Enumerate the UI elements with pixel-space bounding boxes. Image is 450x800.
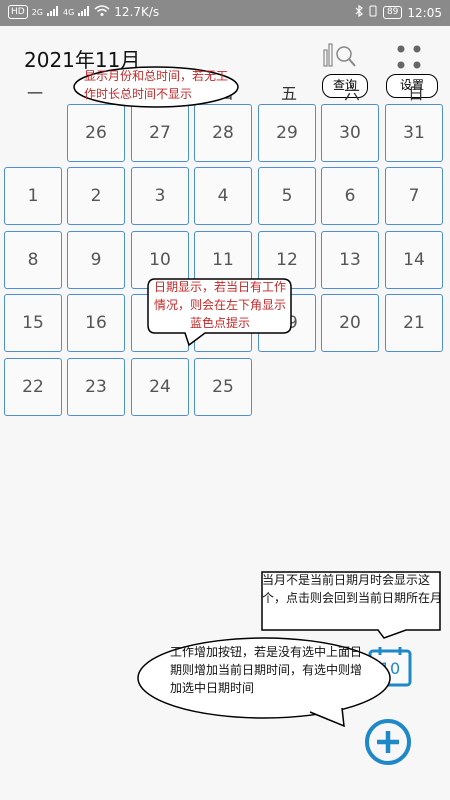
hd-badge: HD: [8, 5, 28, 19]
bluetooth-icon: [355, 4, 363, 20]
calendar-day-cell[interactable]: 26: [67, 104, 125, 162]
plus-circle-icon: [365, 719, 411, 765]
query-icon[interactable]: [322, 40, 362, 74]
status-bar: HD 2G 4G 12.7K/s 89 12:05: [0, 0, 450, 26]
calendar-day-cell[interactable]: 16: [67, 294, 125, 352]
weekday-fri: 五: [280, 84, 297, 103]
annotation-back-current: 当月不是当前日期月时会显示这个，点击则会回到当前日期所在月: [262, 573, 443, 605]
calendar-day-cell[interactable]: 24: [131, 358, 189, 416]
settings-icon[interactable]: [393, 42, 425, 76]
net-badge-4g: 4G: [63, 7, 75, 17]
calendar-day-cell[interactable]: 13: [321, 231, 379, 289]
calendar-day-cell[interactable]: 15: [4, 294, 62, 352]
weekday-mon: 一: [26, 84, 43, 103]
calendar-day-cell[interactable]: 27: [131, 104, 189, 162]
calendar-day-cell[interactable]: 23: [67, 358, 125, 416]
calendar-day-cell[interactable]: 2: [67, 167, 125, 225]
weekday-sun: 日: [407, 84, 424, 103]
calendar-day-cell[interactable]: 5: [258, 167, 316, 225]
signal-icon: [47, 5, 59, 19]
annotation-month-hours: 显示月份和总时间，若无工作时长总时间不显示: [84, 69, 229, 101]
add-work-button[interactable]: [364, 718, 412, 770]
calendar-day-cell[interactable]: 25: [194, 358, 252, 416]
calendar-day-cell[interactable]: 20: [321, 294, 379, 352]
annotation-date-display: 日期显示，若当日有工作情况，则会在左下角显示蓝色点提示: [153, 280, 286, 330]
calendar-day-cell[interactable]: 21: [385, 294, 443, 352]
annotation-add-work: 工作增加按钮，若是没有选中上面日期则增加当前日期时间，有选中则增加选中日期时间: [170, 645, 363, 695]
calendar-day-cell[interactable]: 4: [194, 167, 252, 225]
signal-icon-2: [78, 5, 90, 19]
calendar-day-cell[interactable]: 3: [131, 167, 189, 225]
vibrate-icon: [368, 5, 378, 20]
calendar-day-cell[interactable]: 14: [385, 231, 443, 289]
calendar-day-cell[interactable]: 8: [4, 231, 62, 289]
calendar-day-cell[interactable]: 1: [4, 167, 62, 225]
wifi-icon: [94, 5, 110, 19]
weekday-sat: 六: [343, 84, 360, 103]
net-badge-2g: 2G: [31, 7, 43, 17]
clock: 12:05: [407, 5, 442, 20]
network-speed: 12.7K/s: [114, 5, 160, 19]
calendar-day-cell[interactable]: 7: [385, 167, 443, 225]
calendar-day-cell[interactable]: 28: [194, 104, 252, 162]
calendar-day-cell[interactable]: 9: [67, 231, 125, 289]
calendar-day-cell[interactable]: 31: [385, 104, 443, 162]
calendar-day-cell[interactable]: 6: [321, 167, 379, 225]
calendar-day-cell[interactable]: 22: [4, 358, 62, 416]
battery-indicator: 89: [382, 6, 403, 19]
calendar-day-cell[interactable]: 29: [258, 104, 316, 162]
calendar-day-cell[interactable]: 30: [321, 104, 379, 162]
